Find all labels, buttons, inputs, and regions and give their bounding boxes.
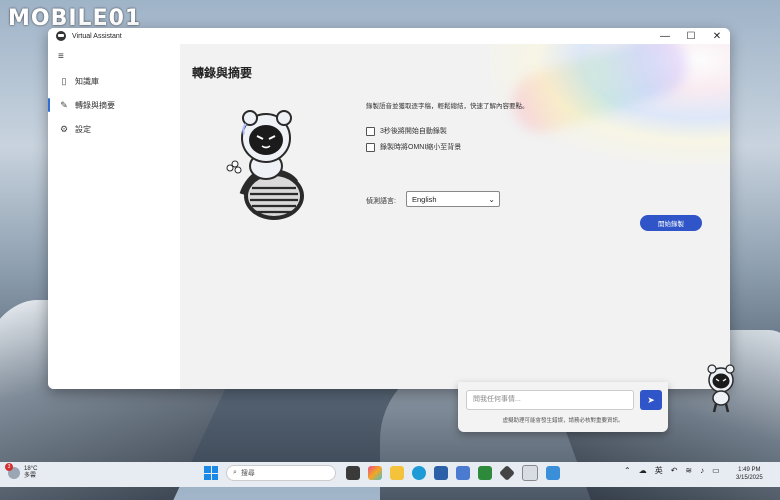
weather-widget[interactable]: 3 18°C 多雲 xyxy=(5,463,38,480)
minimize-omni-checkbox[interactable] xyxy=(366,142,375,152)
maximize-button[interactable]: ☐ xyxy=(678,28,704,44)
virtual-assistant-taskbar-icon[interactable] xyxy=(522,465,538,481)
copilot-icon[interactable] xyxy=(368,466,382,480)
weather-condition: 多雲 xyxy=(24,473,37,479)
sidebar-item-label: 設定 xyxy=(75,124,91,134)
virtual-assistant-window: Virtual Assistant — ☐ ✕ ≡ ▯ 知識庫 ✎ 轉錄與摘要 … xyxy=(48,28,730,389)
chevron-up-icon[interactable]: ⌃ xyxy=(624,466,631,475)
window-title: Virtual Assistant xyxy=(72,32,122,40)
floating-assistant-icon[interactable] xyxy=(700,362,742,414)
notification-badge: 3 xyxy=(5,463,13,471)
clock[interactable]: 1:49 PM 3/15/2025 xyxy=(736,466,763,482)
battery-icon[interactable]: ▭ xyxy=(712,466,720,475)
title-bar[interactable]: Virtual Assistant — ☐ ✕ xyxy=(48,28,730,44)
option-label: 錄製時將OMNI縮小至背景 xyxy=(380,144,462,151)
chat-disclaimer: 虛擬助理可能會發生錯誤，請務必核對重要資訊。 xyxy=(502,418,624,424)
book-icon: ▯ xyxy=(61,75,67,86)
close-button[interactable]: ✕ xyxy=(704,28,730,44)
sidebar-item-knowledge-base[interactable]: ▯ 知識庫 xyxy=(48,70,180,92)
volume-icon[interactable]: ♪ xyxy=(700,466,704,475)
language-value: English xyxy=(412,194,437,204)
edge-icon[interactable] xyxy=(412,466,426,480)
app-icon[interactable] xyxy=(499,465,515,481)
cloud-sync-icon[interactable]: ☁ xyxy=(639,466,647,475)
search-placeholder: 搜尋 xyxy=(240,470,255,477)
app-icon[interactable] xyxy=(456,466,470,480)
xbox-icon[interactable] xyxy=(478,466,492,480)
system-tray: ⌃ ☁ 英 ↶ ≋ ♪ ▭ xyxy=(620,465,724,476)
sidebar-item-label: 知識庫 xyxy=(75,76,99,86)
date: 3/15/2025 xyxy=(736,475,763,481)
window-controls: — ☐ ✕ xyxy=(652,28,730,44)
mascot-illustration xyxy=(226,110,304,220)
taskbar-search[interactable]: ⌕ 搜尋 xyxy=(226,465,336,481)
taskbar: 3 18°C 多雲 ⌕ 搜尋 ⌃ ☁ 英 ↶ ≋ ♪ ▭ 1:49 PM 3/1 xyxy=(0,462,780,487)
start-recording-button[interactable]: 開始錄製 xyxy=(640,215,702,231)
temperature: 18°C xyxy=(24,466,38,472)
sidebar: ≡ ▯ 知識庫 ✎ 轉錄與摘要 ⚙ 設定 xyxy=(48,44,180,389)
pen-icon[interactable]: ↶ xyxy=(671,466,678,475)
minimize-omni-option[interactable]: 錄製時將OMNI縮小至背景 xyxy=(366,142,461,152)
taskbar-apps: ⌕ 搜尋 xyxy=(204,465,564,481)
store-icon[interactable] xyxy=(434,466,448,480)
time: 1:49 PM xyxy=(738,467,761,473)
chevron-down-icon: ⌄ xyxy=(488,194,495,204)
app-icon[interactable] xyxy=(546,466,560,480)
task-view-icon[interactable] xyxy=(346,466,360,480)
edit-icon: ✎ xyxy=(60,99,68,110)
app-icon xyxy=(56,31,66,41)
search-icon: ⌕ xyxy=(233,469,237,476)
page-title: 轉錄與摘要 xyxy=(192,66,253,80)
description-text: 錄製語音並獲取逐字稿，輕鬆總結，快速了解內容要點。 xyxy=(366,103,529,110)
send-button[interactable]: ➤ xyxy=(640,390,662,410)
start-button[interactable] xyxy=(204,466,218,480)
cloud-icon: 3 xyxy=(5,463,20,479)
minimize-button[interactable]: — xyxy=(652,28,678,44)
chat-input[interactable]: 問我任何事情... xyxy=(466,390,634,410)
wifi-icon[interactable]: ≋ xyxy=(685,466,692,475)
option-label: 3秒後將開始自動錄製 xyxy=(380,128,447,135)
input-method[interactable]: 英 xyxy=(655,465,663,476)
main-content: 轉錄與摘要 錄製語音並獲取逐字稿，輕鬆總結，快速了解內容要點。 3秒後將開始自動… xyxy=(180,44,730,389)
chat-popup: 問我任何事情... ➤ 虛擬助理可能會發生錯誤，請務必核對重要資訊。 xyxy=(458,382,668,432)
auto-record-option[interactable]: 3秒後將開始自動錄製 xyxy=(366,126,447,136)
sidebar-item-settings[interactable]: ⚙ 設定 xyxy=(48,118,180,140)
sidebar-item-transcription[interactable]: ✎ 轉錄與摘要 xyxy=(48,94,180,116)
file-explorer-icon[interactable] xyxy=(390,466,404,480)
sidebar-item-label: 轉錄與摘要 xyxy=(75,100,115,110)
auto-record-checkbox[interactable] xyxy=(366,126,375,136)
language-select[interactable]: English ⌄ xyxy=(406,191,500,207)
send-icon: ➤ xyxy=(647,394,655,405)
gear-icon: ⚙ xyxy=(59,123,69,134)
menu-icon[interactable]: ≡ xyxy=(58,52,68,62)
language-label: 偵測語言: xyxy=(366,198,396,205)
